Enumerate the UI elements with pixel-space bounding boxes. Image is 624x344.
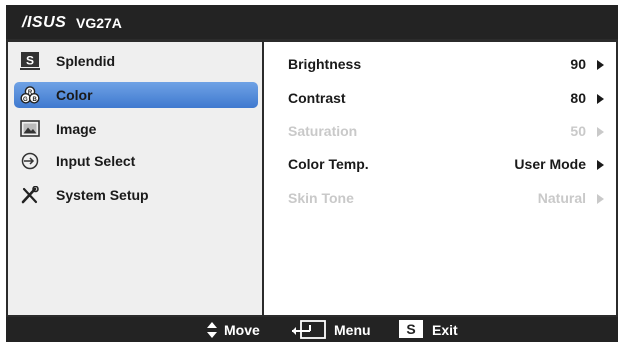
menu-label: Image (56, 121, 97, 137)
menu-item-color[interactable]: R G B Color (14, 82, 258, 108)
exit-label: Exit (432, 322, 458, 338)
setting-value: Natural (537, 190, 586, 206)
svg-text:S: S (26, 54, 34, 68)
osd-body: S Splendid R G B Color Image Input Selec… (6, 39, 618, 317)
menu-enter-icon (292, 320, 326, 339)
setting-label: Contrast (288, 90, 346, 106)
footer-bar: Move Menu S Exit (6, 317, 618, 342)
osd-window: /ISUS VG27A S Splendid R G B Color Image… (6, 5, 618, 342)
up-down-arrows-icon (207, 322, 217, 338)
move-label: Move (224, 322, 260, 338)
chevron-right-icon (597, 194, 604, 204)
menu-item-splendid[interactable]: S Splendid (14, 48, 258, 74)
setting-value: 90 (570, 56, 586, 72)
setting-value: 50 (570, 123, 586, 139)
setting-label: Skin Tone (288, 190, 354, 206)
svg-text:B: B (33, 97, 38, 103)
model-name: VG27A (76, 15, 122, 31)
setting-label: Saturation (288, 123, 358, 139)
menu-item-input-select[interactable]: Input Select (14, 148, 258, 174)
menu-label-footer: Menu (334, 322, 371, 338)
menu-label: Color (56, 87, 93, 103)
menu-label: Splendid (56, 53, 116, 69)
chevron-right-icon (597, 127, 604, 137)
color-rgb-icon: R G B (20, 86, 40, 104)
svg-text:G: G (23, 97, 28, 103)
setting-label: Brightness (288, 56, 362, 72)
setting-label: Color Temp. (288, 156, 369, 172)
input-select-icon (21, 152, 39, 170)
settings-panel: Brightness 90 Contrast 80 Saturation 50 … (264, 42, 616, 315)
chevron-right-icon (597, 160, 604, 170)
main-menu: S Splendid R G B Color Image Input Selec… (8, 42, 262, 315)
svg-text:R: R (28, 90, 33, 96)
chevron-right-icon (597, 94, 604, 104)
menu-label: Input Select (56, 153, 136, 169)
exit-key-letter: S (406, 321, 416, 337)
exit-key-icon: S (399, 320, 423, 338)
menu-item-image[interactable]: Image (14, 116, 258, 142)
chevron-right-icon (597, 60, 604, 70)
title-bar: /ISUS VG27A (6, 5, 618, 39)
menu-item-system-setup[interactable]: System Setup (14, 182, 258, 208)
setting-value: 80 (570, 90, 586, 106)
tools-icon (21, 186, 39, 204)
menu-label: System Setup (56, 187, 149, 203)
image-icon (20, 120, 40, 137)
splendid-s-icon: S (20, 52, 40, 70)
asus-logo: /ISUS (22, 14, 67, 31)
setting-value: User Mode (514, 156, 586, 172)
